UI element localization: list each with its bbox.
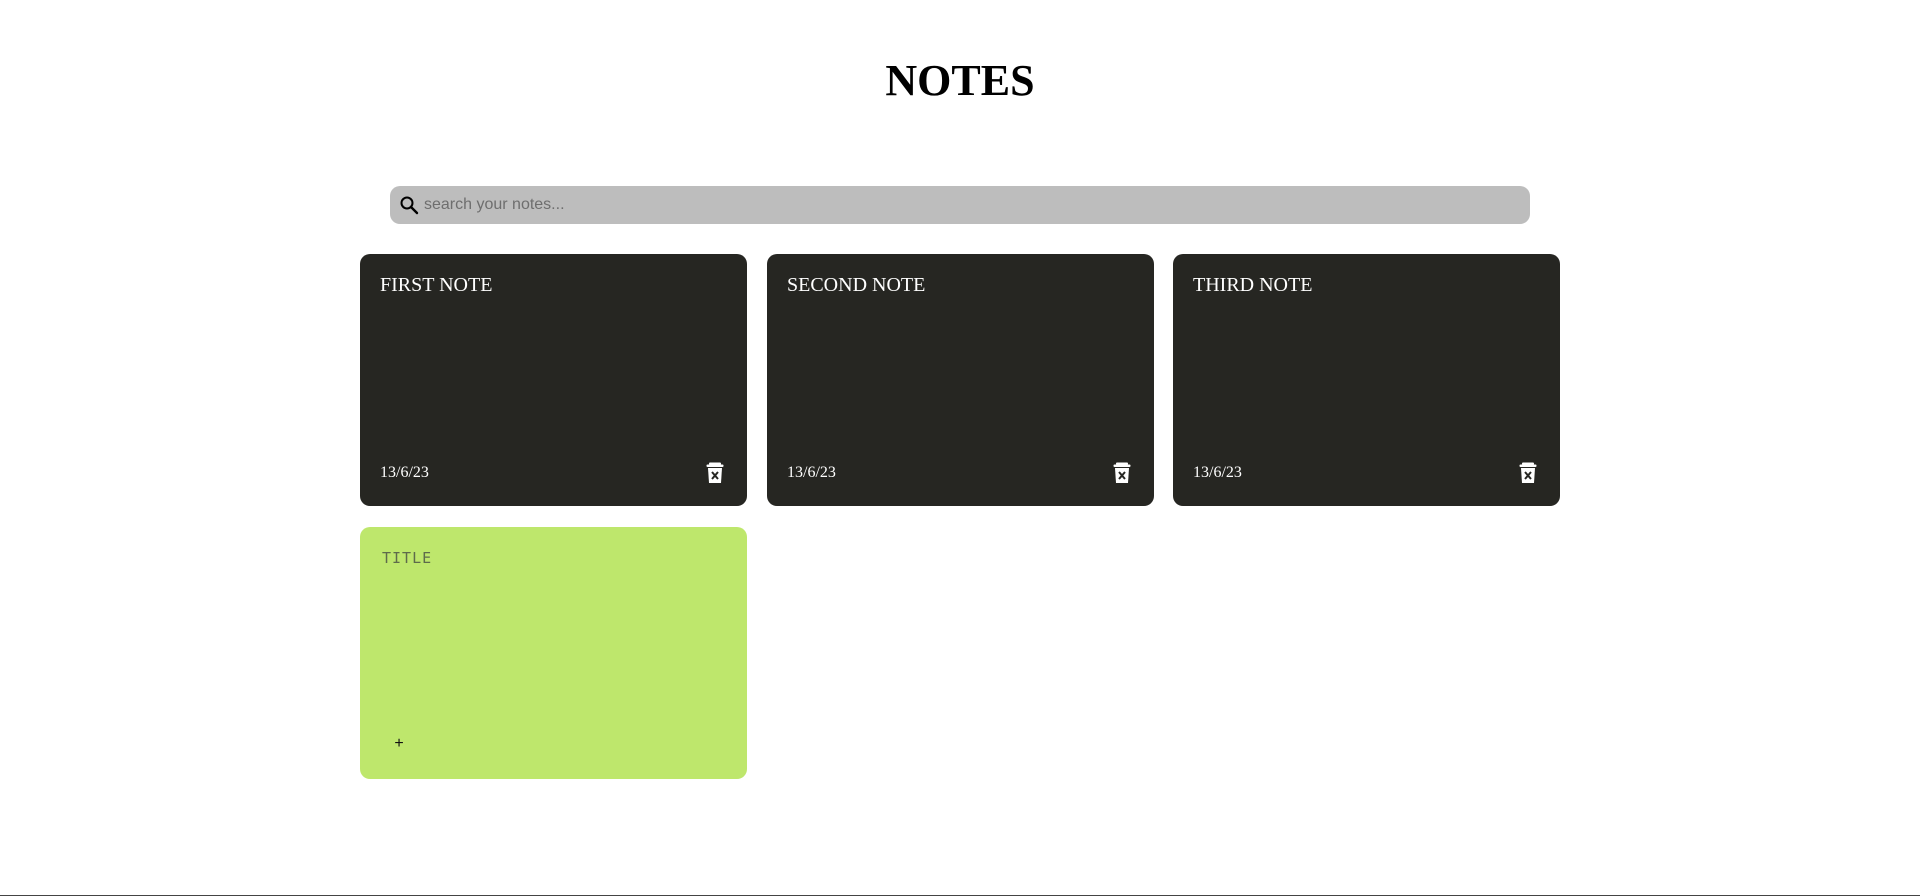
note-card[interactable]: SECOND NOTE 13/6/23 — [767, 254, 1154, 506]
note-card[interactable]: FIRST NOTE 13/6/23 — [360, 254, 747, 506]
new-note-card: + — [360, 527, 747, 779]
note-title: THIRD NOTE — [1193, 274, 1313, 296]
page-title: NOTES — [885, 56, 1035, 105]
note-date: 13/6/23 — [787, 464, 836, 481]
new-note-title-input[interactable] — [382, 549, 722, 567]
search-icon — [398, 194, 420, 216]
search-input[interactable] — [424, 190, 1530, 220]
note-card[interactable]: THIRD NOTE 13/6/23 — [1173, 254, 1560, 506]
notes-app: NOTES FIRST NOTE 13/6/23 SECOND NOTE 13/… — [0, 0, 1920, 896]
add-note-button[interactable]: + — [388, 733, 410, 755]
search-bar[interactable] — [390, 186, 1530, 224]
trash-x-icon[interactable] — [706, 462, 724, 484]
note-title: SECOND NOTE — [787, 274, 926, 296]
note-title: FIRST NOTE — [380, 274, 493, 296]
note-date: 13/6/23 — [380, 464, 429, 481]
note-date: 13/6/23 — [1193, 464, 1242, 481]
trash-x-icon[interactable] — [1113, 462, 1131, 484]
trash-x-icon[interactable] — [1519, 462, 1537, 484]
